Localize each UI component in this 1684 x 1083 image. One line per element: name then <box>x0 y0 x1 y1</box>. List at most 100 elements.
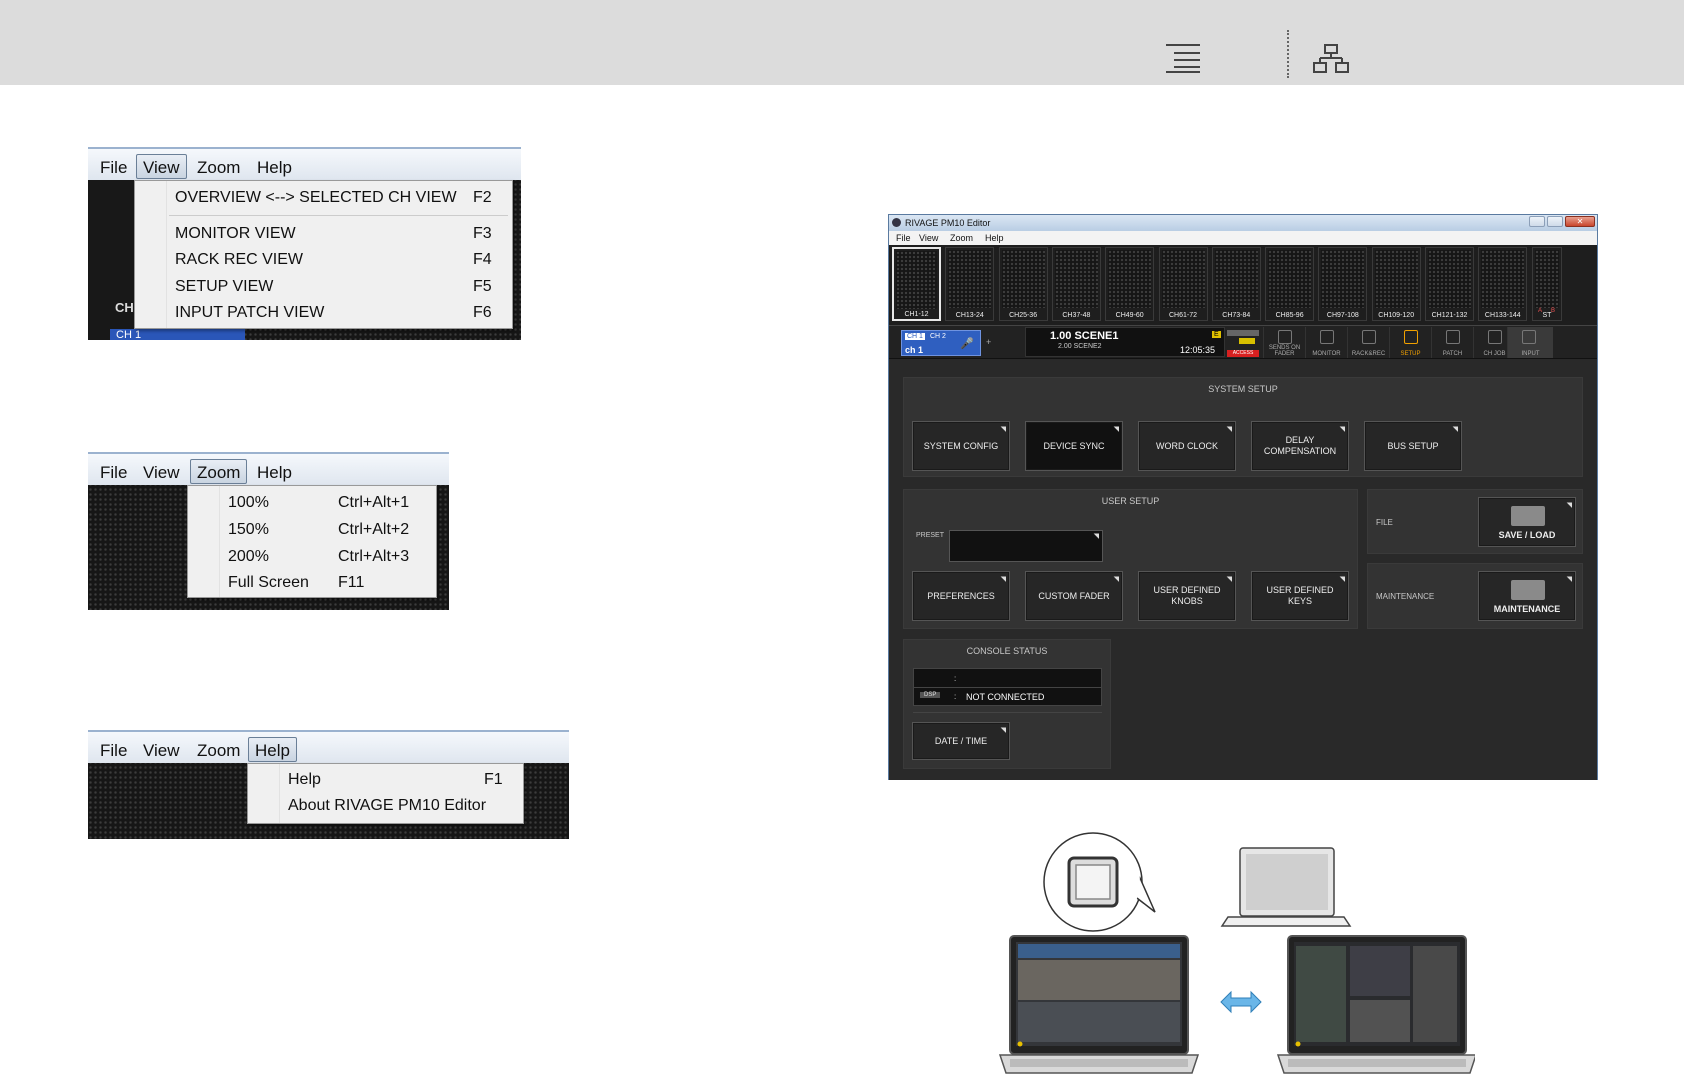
channel-block-ch133-144[interactable]: CH133-144 <box>1478 247 1528 321</box>
window-titlebar: RIVAGE PM10 Editor ✕ <box>889 215 1597 231</box>
minimize-button[interactable] <box>1529 216 1545 227</box>
app-menu-zoom[interactable]: Zoom <box>950 233 973 243</box>
toolbar-tab-label: RACK&REC <box>1351 351 1386 357</box>
input-tab[interactable]: INPUT <box>1507 327 1553 358</box>
sitemap-icon[interactable] <box>1313 44 1349 73</box>
menu-view[interactable]: View <box>136 154 187 179</box>
word-clock-button[interactable]: WORD CLOCK ◥ <box>1138 421 1236 471</box>
channel-selector[interactable]: CH 1 CH 2 ch 1 🎤 <box>901 330 981 356</box>
maximize-button[interactable] <box>1547 216 1563 227</box>
channel-block-ch109-120[interactable]: CH109-120 <box>1371 247 1421 321</box>
bus-setup-button[interactable]: BUS SETUP ◥ <box>1364 421 1462 471</box>
monitor-tab[interactable]: MONITOR <box>1305 327 1347 358</box>
menu-item-input-patch-view[interactable]: INPUT PATCH VIEW <box>175 304 324 322</box>
current-scene: 1.00 SCENE1 <box>1050 330 1119 342</box>
device-sync-button[interactable]: DEVICE SYNC ◥ <box>1025 421 1123 471</box>
channel-block-ch97-108[interactable]: CH97-108 <box>1318 247 1368 321</box>
patch-tab[interactable]: PATCH <box>1431 327 1473 358</box>
channel-block-ch25-36[interactable]: CH25-36 <box>998 247 1048 321</box>
system-config-button[interactable]: SYSTEM CONFIG ◥ <box>912 421 1010 471</box>
custom-fader-button[interactable]: CUSTOM FADER ◥ <box>1025 571 1123 621</box>
menu-view[interactable]: View <box>136 459 187 484</box>
delay-compensation-button[interactable]: DELAY COMPENSATION ◥ <box>1251 421 1349 471</box>
menu-view[interactable]: View <box>136 737 187 762</box>
menu-item-overview[interactable]: OVERVIEW <--> SELECTED CH VIEW <box>175 189 457 207</box>
menu-item-setup-view[interactable]: SETUP VIEW <box>175 278 273 296</box>
st-block[interactable]: A B ST <box>1532 247 1562 321</box>
channel-label: CH <box>115 300 134 315</box>
menu-item-help[interactable]: Help <box>288 771 321 789</box>
clock-time: 12:05:35 <box>1180 345 1216 355</box>
maintenance-button[interactable]: MAINTENANCE ◥ <box>1478 571 1576 621</box>
menu-item-monitor-view[interactable]: MONITOR VIEW <box>175 225 296 243</box>
zoom-dropdown: 100% Ctrl+Alt+1 150% Ctrl+Alt+2 200% Ctr… <box>187 485 437 598</box>
user-defined-keys-button[interactable]: USER DEFINED KEYS ◥ <box>1251 571 1349 621</box>
rivage-editor-window: RIVAGE PM10 Editor ✕ File View Zoom Help… <box>888 214 1598 780</box>
scene-display[interactable]: 1.00 SCENE1 2.00 SCENE2 12:05:35 E <box>1025 327 1225 357</box>
plus-icon[interactable]: + <box>986 337 991 347</box>
file-panel: FILE SAVE / LOAD ◥ <box>1367 489 1583 554</box>
menu-zoom[interactable]: Zoom <box>190 154 247 179</box>
app-menu-view[interactable]: View <box>919 233 938 243</box>
channel-block-ch49-60[interactable]: CH49-60 <box>1105 247 1155 321</box>
menu-file[interactable]: File <box>93 737 134 762</box>
menu-help[interactable]: Help <box>248 737 297 762</box>
toolbar-tab-label: MONITOR <box>1312 351 1341 357</box>
menu-file[interactable]: File <box>93 154 134 179</box>
menu-zoom[interactable]: Zoom <box>190 459 248 484</box>
shortcut-ctrl-alt-1: Ctrl+Alt+1 <box>338 494 410 511</box>
preset-field[interactable]: ◥ <box>949 530 1103 562</box>
channel-block-ch13-24[interactable]: CH13-24 <box>945 247 995 321</box>
rack-rec-tab[interactable]: RACK&REC <box>1347 327 1389 358</box>
headphones-icon <box>1320 330 1334 344</box>
channel-block-meters <box>896 251 937 309</box>
file-label: FILE <box>1376 518 1393 527</box>
menu-help[interactable]: Help <box>250 154 299 179</box>
menu-help[interactable]: Help <box>250 459 299 484</box>
menu-file[interactable]: File <box>93 459 134 484</box>
zoom-menu-screenshot: File View Zoom Help 100% Ctrl+Alt+1 150%… <box>88 452 449 610</box>
channel-block-ch1-12[interactable]: CH1-12 <box>892 247 941 321</box>
table-of-contents-icon[interactable] <box>1166 44 1200 73</box>
menu-item-about[interactable]: About RIVAGE PM10 Editor <box>288 797 486 815</box>
app-menu-file[interactable]: File <box>896 233 911 243</box>
preferences-button[interactable]: PREFERENCES ◥ <box>912 571 1010 621</box>
sends-on-fader-tab[interactable]: SENDS ON FADER <box>1263 327 1305 358</box>
input-grid-icon <box>1522 330 1536 344</box>
channel-block-ch61-72[interactable]: CH61-72 <box>1158 247 1208 321</box>
channel-block-meters <box>1268 250 1312 308</box>
channel-block-label: CH133-144 <box>1484 312 1521 319</box>
channel-block-ch85-96[interactable]: CH85-96 <box>1265 247 1315 321</box>
st-label: ST <box>1542 312 1552 319</box>
menu-item-zoom-200[interactable]: 200% <box>228 548 269 566</box>
close-button[interactable]: ✕ <box>1565 216 1595 227</box>
date-time-button[interactable]: DATE / TIME ◥ <box>912 722 1010 760</box>
app-menubar: File View Zoom Help <box>889 231 1597 245</box>
main-toolbar: CH 1 CH 2 ch 1 🎤 + 1.00 SCENE1 2.00 SCEN… <box>889 325 1597 359</box>
channel-block-label: CH13-24 <box>955 312 984 319</box>
patch-icon <box>1446 330 1460 344</box>
menu-item-full-screen[interactable]: Full Screen <box>228 574 309 592</box>
menu-item-rack-rec-view[interactable]: RACK REC VIEW <box>175 251 303 269</box>
toolbar-tab-label: INPUT <box>1521 351 1540 357</box>
channel-block-meters <box>1001 250 1045 308</box>
toolbox-icon <box>1511 580 1545 600</box>
user-defined-knobs-button[interactable]: USER DEFINED KNOBS ◥ <box>1138 571 1236 621</box>
channel-block-meters <box>1161 250 1205 308</box>
channel-overview-strip: CH1-12 CH13-24 CH25-36 CH37-48 CH49-60 CH61-7… <box>889 245 1597 325</box>
save-load-button[interactable]: SAVE / LOAD ◥ <box>1478 497 1576 547</box>
system-setup-panel: SYSTEM SETUP SYSTEM CONFIG ◥ DEVICE SYNC ◥… <box>903 377 1583 477</box>
dsp-tag: DSP <box>920 692 941 698</box>
menu-zoom[interactable]: Zoom <box>190 737 247 762</box>
channel-block-ch121-132[interactable]: CH121-132 <box>1425 247 1474 321</box>
ch-job-icon <box>1488 330 1502 344</box>
app-menu-help[interactable]: Help <box>985 233 1004 243</box>
channel-block-ch73-84[interactable]: CH73-84 <box>1211 247 1261 321</box>
app-logo-icon <box>892 218 901 227</box>
microphone-icon: 🎤 <box>960 338 974 350</box>
channel-block-label: CH97-108 <box>1326 312 1359 319</box>
setup-tab[interactable]: SETUP <box>1389 327 1431 358</box>
channel-block-ch37-48[interactable]: CH37-48 <box>1051 247 1101 321</box>
menu-item-zoom-150[interactable]: 150% <box>228 521 269 539</box>
menu-item-zoom-100[interactable]: 100% <box>228 494 269 512</box>
